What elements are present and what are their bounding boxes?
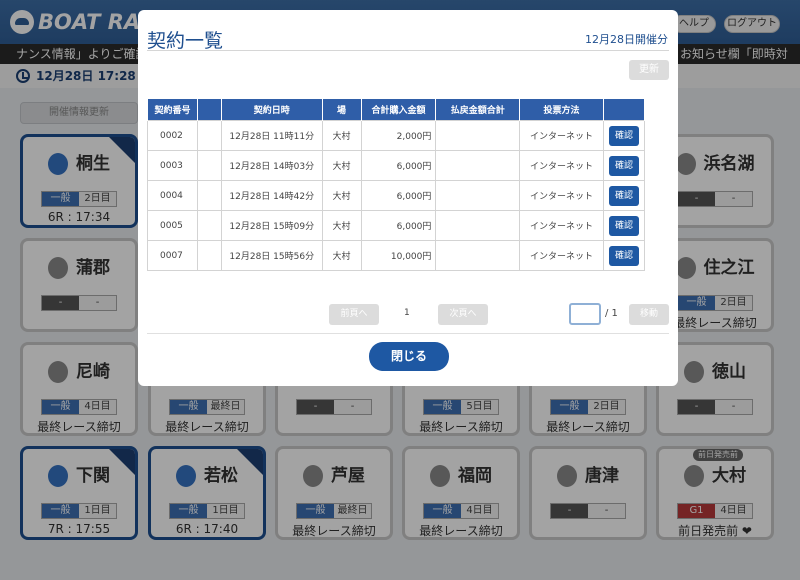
confirm-button[interactable]: 確認	[608, 215, 639, 236]
update-button[interactable]: 更新	[629, 60, 669, 80]
venue-cell: 大村	[321, 240, 362, 271]
modal-date-label: 12月28日開催分	[585, 33, 668, 46]
table-header-row: 契約番号 契約日時 場 合計購入金額 払戻金額合計 投票方法	[147, 98, 646, 121]
contract-datetime: 12月28日 14時03分	[220, 150, 323, 181]
total-purchase-amount: 6,000円	[360, 210, 437, 241]
venue-cell: 大村	[321, 150, 362, 181]
confirm-button[interactable]: 確認	[608, 185, 639, 206]
spacer-cell	[196, 210, 222, 241]
col-header: 払戻金額合計	[435, 98, 521, 121]
voting-method: インターネット	[519, 150, 604, 181]
total-payout-amount	[435, 120, 521, 151]
page-number-input[interactable]	[569, 303, 601, 325]
confirm-button[interactable]: 確認	[608, 155, 639, 176]
table-row: 0002 12月28日 11時11分 大村 2,000円 インターネット 確認	[147, 120, 646, 151]
venue-cell: 大村	[321, 180, 362, 211]
voting-method: インターネット	[519, 240, 604, 271]
contract-table: 契約番号 契約日時 場 合計購入金額 払戻金額合計 投票方法 0002 12月28…	[147, 98, 646, 271]
confirm-button[interactable]: 確認	[608, 245, 639, 266]
close-button[interactable]: 閉じる	[369, 342, 449, 371]
spacer-cell	[196, 180, 222, 211]
go-page-button[interactable]: 移動	[629, 304, 669, 325]
col-header	[196, 98, 222, 121]
total-purchase-amount: 2,000円	[360, 120, 437, 151]
col-header: 場	[321, 98, 362, 121]
contract-number: 0005	[147, 210, 198, 241]
current-page-number: 1	[404, 308, 410, 318]
table-row: 0007 12月28日 15時56分 大村 10,000円 インターネット 確認	[147, 240, 646, 271]
action-cell: 確認	[602, 240, 646, 271]
divider	[147, 333, 669, 334]
contract-number: 0003	[147, 150, 198, 181]
col-header: 合計購入金額	[360, 98, 437, 121]
voting-method: インターネット	[519, 210, 604, 241]
table-row: 0004 12月28日 14時42分 大村 6,000円 インターネット 確認	[147, 180, 646, 211]
contract-datetime: 12月28日 14時42分	[220, 180, 323, 211]
col-header: 契約番号	[147, 98, 198, 121]
action-cell: 確認	[602, 180, 646, 211]
contract-list-modal: 契約一覧 12月28日開催分 更新 契約番号 契約日時 場 合計購入金額 払戻金…	[138, 10, 678, 386]
voting-method: インターネット	[519, 120, 604, 151]
prev-page-button[interactable]: 前頁へ	[329, 304, 379, 325]
table-row: 0003 12月28日 14時03分 大村 6,000円 インターネット 確認	[147, 150, 646, 181]
modal-title: 契約一覧	[147, 30, 224, 52]
total-payout-amount	[435, 240, 521, 271]
table-row: 0005 12月28日 15時09分 大村 6,000円 インターネット 確認	[147, 210, 646, 241]
spacer-cell	[196, 150, 222, 181]
col-header	[602, 98, 646, 121]
action-cell: 確認	[602, 150, 646, 181]
confirm-button[interactable]: 確認	[608, 125, 639, 146]
total-purchase-amount: 6,000円	[360, 180, 437, 211]
total-payout-amount	[435, 210, 521, 241]
spacer-cell	[196, 240, 222, 271]
voting-method: インターネット	[519, 180, 604, 211]
divider	[147, 50, 669, 51]
total-payout-amount	[435, 150, 521, 181]
contract-datetime: 12月28日 11時11分	[220, 120, 323, 151]
total-purchase-amount: 10,000円	[360, 240, 437, 271]
col-header: 投票方法	[519, 98, 604, 121]
action-cell: 確認	[602, 120, 646, 151]
venue-cell: 大村	[321, 210, 362, 241]
contract-number: 0002	[147, 120, 198, 151]
page-total: / 1	[605, 308, 618, 319]
contract-number: 0004	[147, 180, 198, 211]
venue-cell: 大村	[321, 120, 362, 151]
total-purchase-amount: 6,000円	[360, 150, 437, 181]
contract-datetime: 12月28日 15時56分	[220, 240, 323, 271]
total-payout-amount	[435, 180, 521, 211]
contract-datetime: 12月28日 15時09分	[220, 210, 323, 241]
col-header: 契約日時	[220, 98, 323, 121]
next-page-button[interactable]: 次頁へ	[438, 304, 488, 325]
spacer-cell	[196, 120, 222, 151]
action-cell: 確認	[602, 210, 646, 241]
contract-number: 0007	[147, 240, 198, 271]
